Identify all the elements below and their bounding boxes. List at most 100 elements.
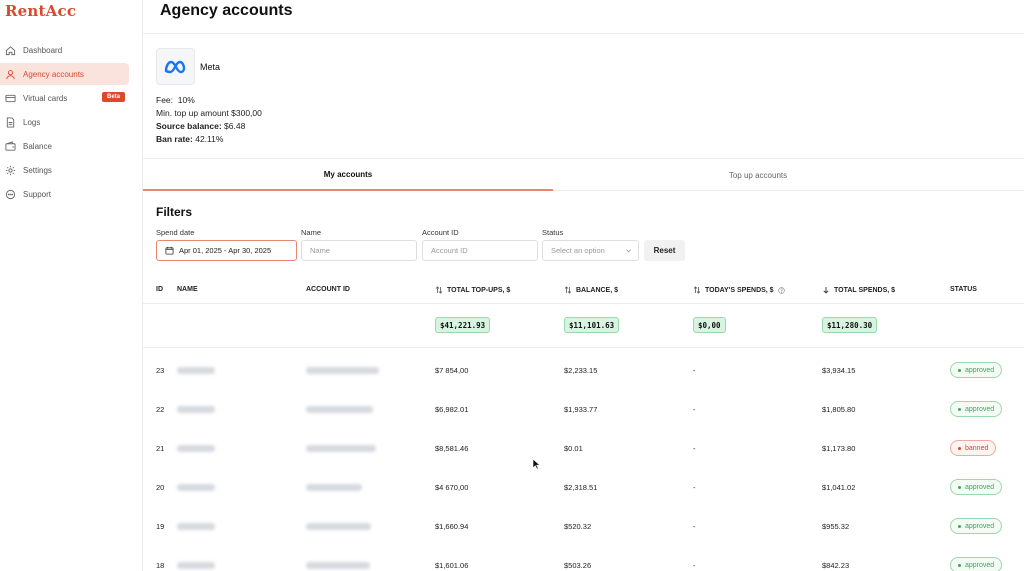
cell-balance: $1,933.77 — [564, 405, 598, 414]
status-dot — [958, 446, 961, 450]
cell-balance: $2,318.51 — [564, 483, 598, 492]
status-text: approved — [965, 366, 995, 374]
cell-account-id-redacted — [306, 445, 376, 452]
app-logo[interactable]: RentAcc — [5, 2, 76, 20]
card-icon — [5, 94, 16, 102]
status-dot — [958, 407, 961, 411]
account-id-input[interactable]: Account ID — [422, 240, 538, 261]
cell-total-topups: $1,660.94 — [435, 522, 469, 531]
sort-icon — [564, 286, 572, 294]
cell-id: 20 — [156, 483, 165, 492]
file-icon — [6, 116, 15, 128]
divider — [143, 33, 1024, 34]
cell-name-redacted — [177, 445, 215, 452]
table-row[interactable]: 22 $6,982.01 $1,933.77 - $1,805.80 appro… — [143, 390, 1024, 429]
cell-id: 19 — [156, 522, 165, 531]
status-dot — [958, 485, 961, 489]
col-balance-header[interactable]: BALANCE, $ — [564, 286, 618, 294]
cell-total-spends: $1,041.02 — [822, 483, 856, 492]
name-placeholder: Name — [310, 246, 331, 255]
col-total-spends-header[interactable]: TOTAL SPENDS, $ — [822, 286, 895, 294]
total-balance-badge: $11,101.63 — [564, 317, 620, 333]
cell-id: 22 — [156, 405, 165, 414]
sidebar-item-label: Agency accounts — [23, 69, 84, 79]
cell-total-topups: $7 854,00 — [435, 366, 469, 375]
provider-logo — [156, 48, 195, 85]
table-row[interactable]: 20 $4 670,00 $2,318.51 - $1,041.02 appro… — [143, 468, 1024, 507]
cell-todays-spends: - — [693, 483, 696, 492]
col-total-topups-header[interactable]: TOTAL TOP-UPS, $ — [435, 286, 510, 294]
cell-account-id-redacted — [306, 406, 373, 413]
help-icon[interactable] — [777, 286, 785, 294]
table-row[interactable]: 23 $7 854,00 $2,233.15 - $3,934.15 appro… — [143, 351, 1024, 390]
status-dot — [958, 524, 961, 528]
sidebar: RentAcc Dashboard Agency accounts Virtua… — [0, 0, 143, 571]
divider — [143, 303, 1024, 304]
status-text: banned — [965, 444, 989, 452]
min-topup-value: $300,00 — [231, 108, 262, 118]
sidebar-item-logs[interactable]: Logs — [0, 111, 129, 133]
status-select[interactable]: Select an option — [542, 240, 639, 261]
cell-balance: $520.32 — [564, 522, 592, 531]
sidebar-item-agency-accounts[interactable]: Agency accounts — [0, 63, 129, 85]
calendar-icon — [165, 246, 174, 255]
status-text: approved — [965, 522, 995, 530]
cell-balance: $0.01 — [564, 444, 583, 453]
col-label: TODAY'S SPENDS, $ — [705, 286, 774, 294]
cell-id: 18 — [156, 561, 165, 570]
status-badge: approved — [950, 401, 1003, 417]
cell-todays-spends: - — [693, 561, 696, 570]
ban-rate-label: Ban rate: — [156, 134, 193, 144]
cell-total-spends: $1,805.80 — [822, 405, 856, 414]
tab-my-accounts[interactable]: My accounts — [143, 159, 553, 191]
min-topup-label: Min. top up amount — [156, 108, 229, 118]
sidebar-item-label: Balance — [23, 141, 52, 151]
status-badge: approved — [950, 557, 1003, 571]
cell-total-topups: $4 670,00 — [435, 483, 469, 492]
divider — [143, 347, 1024, 348]
cell-name-redacted — [177, 484, 215, 491]
sidebar-item-label: Logs — [23, 117, 41, 127]
sidebar-item-dashboard[interactable]: Dashboard — [0, 39, 129, 61]
table-row[interactable]: 18 $1,601.06 $503.26 - $842.23 approved — [143, 546, 1024, 571]
sidebar-item-label: Support — [23, 189, 52, 199]
sidebar-item-label: Dashboard — [23, 45, 63, 55]
source-balance-value: $6.48 — [224, 121, 246, 131]
name-label: Name — [301, 228, 322, 237]
cell-account-id-redacted — [306, 562, 370, 569]
total-todays-spends-badge: $0,00 — [693, 317, 726, 333]
col-status-header: STATUS — [950, 286, 977, 293]
meta-logo-icon — [164, 60, 185, 73]
beta-badge: Beta — [101, 92, 125, 102]
sidebar-item-settings[interactable]: Settings — [0, 159, 129, 181]
col-label: TOTAL TOP-UPS, $ — [447, 286, 511, 294]
tab-top-up-accounts[interactable]: Top up accounts — [553, 159, 963, 191]
sidebar-item-virtual-cards[interactable]: Virtual cards Beta — [0, 87, 129, 109]
account-id-placeholder: Account ID — [431, 246, 468, 255]
col-id-header: ID — [156, 286, 163, 293]
status-text: approved — [965, 405, 995, 413]
col-name-header: NAME — [177, 286, 198, 293]
reset-button[interactable]: Reset — [644, 240, 685, 261]
sort-icon — [435, 286, 443, 294]
col-account-id-header: ACCOUNT ID — [306, 286, 350, 293]
cell-account-id-redacted — [306, 367, 379, 374]
cell-todays-spends: - — [693, 522, 696, 531]
cell-account-id-redacted — [306, 523, 371, 530]
spend-date-picker[interactable]: Apr 01, 2025 - Apr 30, 2025 — [156, 240, 297, 261]
table-row[interactable]: 21 $8,581.46 $0.01 - $1,173.80 banned — [143, 429, 1024, 468]
sidebar-item-support[interactable]: Support — [0, 183, 129, 205]
table-row[interactable]: 19 $1,660.94 $520.32 - $955.32 approved — [143, 507, 1024, 546]
cell-name-redacted — [177, 367, 215, 374]
sidebar-item-balance[interactable]: Balance — [0, 135, 129, 157]
status-label: Status — [542, 228, 564, 237]
chat-icon — [5, 189, 16, 199]
source-balance-label: Source balance: — [156, 121, 222, 131]
account-id-label: Account ID — [422, 228, 459, 237]
name-input[interactable]: Name — [301, 240, 417, 261]
status-dot — [958, 563, 961, 567]
gear-icon — [5, 165, 16, 175]
cell-name-redacted — [177, 523, 215, 530]
cell-balance: $503.26 — [564, 561, 592, 570]
col-todays-spends-header[interactable]: TODAY'S SPENDS, $ — [693, 286, 785, 294]
